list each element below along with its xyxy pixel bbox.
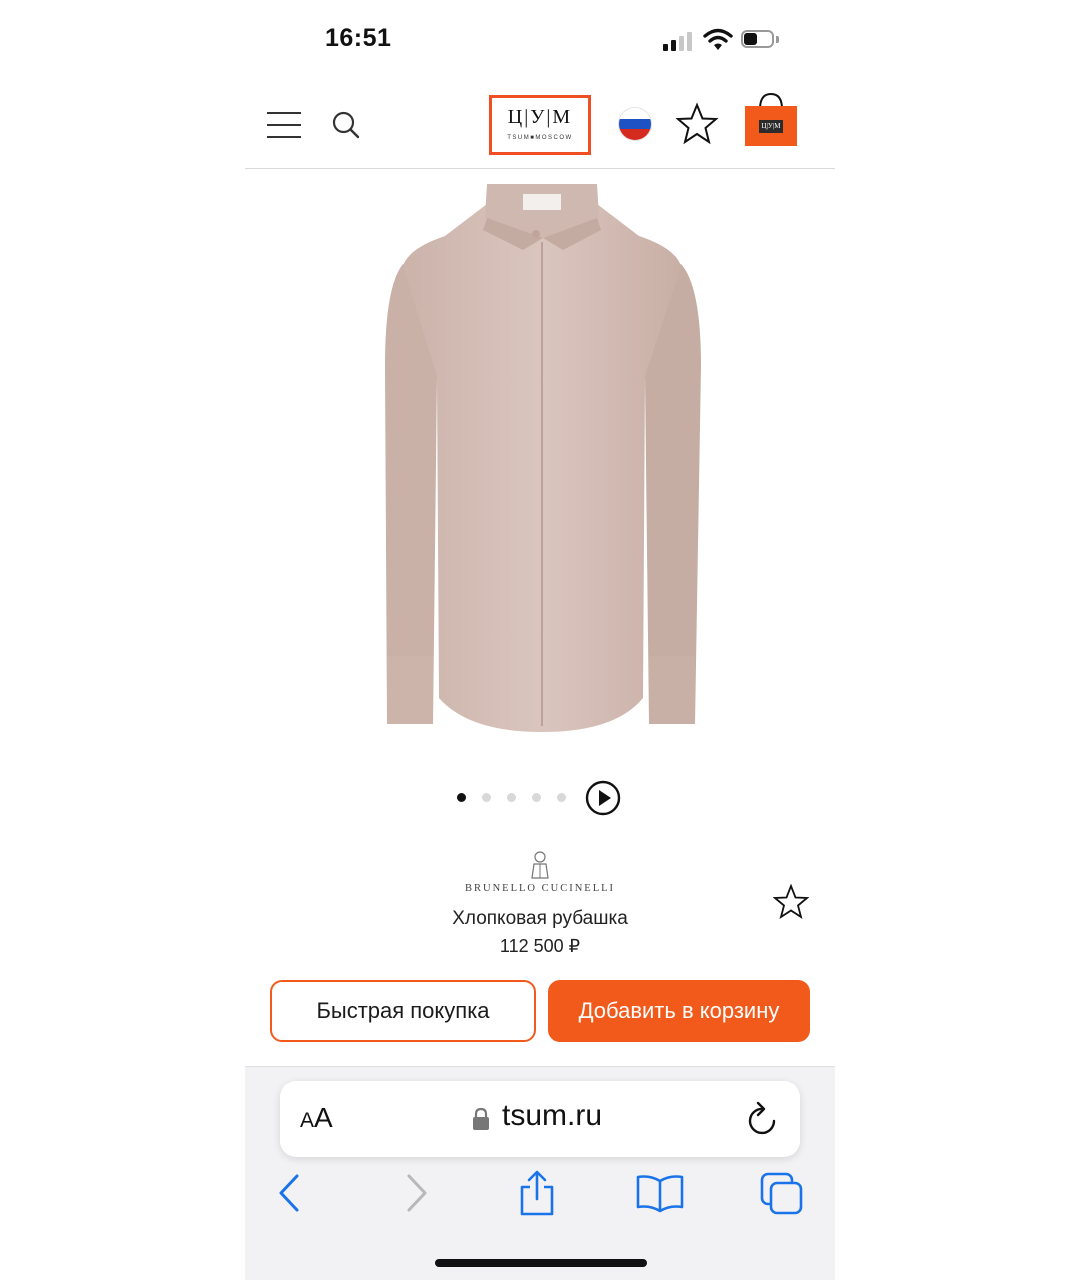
lock-icon — [473, 1108, 489, 1130]
search-icon[interactable] — [331, 110, 361, 140]
text-size-button[interactable]: AA — [300, 1102, 333, 1134]
aa-big: A — [314, 1102, 333, 1133]
site-header: Ц|У|М TSUM■MOSCOW Ц|У|М — [245, 80, 835, 169]
favorite-star-icon[interactable] — [773, 884, 809, 920]
bag-icon[interactable]: Ц|У|М — [745, 92, 797, 148]
brand-name[interactable]: BRUNELLO CUCINELLI — [245, 883, 835, 894]
flag-icon[interactable] — [619, 108, 651, 140]
logo-subtext: TSUM■MOSCOW — [507, 135, 573, 141]
gallery-dot[interactable] — [532, 793, 541, 802]
logo-text: Ц|У|М — [507, 106, 573, 128]
aa-small: A — [300, 1109, 315, 1132]
product-title: Хлопковая рубашка — [452, 908, 628, 929]
tsum-logo[interactable]: Ц|У|М TSUM■MOSCOW — [489, 95, 591, 155]
add-to-cart-button[interactable]: Добавить в корзину — [548, 980, 810, 1042]
gallery-dot[interactable] — [507, 793, 516, 802]
menu-icon[interactable] — [267, 110, 301, 140]
signal-icon — [663, 31, 699, 51]
tabs-icon[interactable] — [759, 1171, 805, 1217]
play-icon[interactable] — [585, 780, 621, 816]
share-icon[interactable] — [517, 1169, 557, 1217]
product-image[interactable] — [375, 176, 709, 738]
back-icon[interactable] — [275, 1173, 303, 1213]
star-icon[interactable] — [675, 102, 719, 146]
gallery-dot[interactable] — [557, 793, 566, 802]
bookmarks-icon[interactable] — [635, 1173, 685, 1213]
gallery-pagination — [457, 780, 627, 816]
gallery-dot[interactable] — [457, 793, 466, 802]
reload-icon[interactable] — [746, 1101, 780, 1137]
bag-logo: Ц|У|М — [759, 120, 783, 133]
browser-toolbar: AA tsum.ru — [245, 1066, 835, 1280]
wifi-icon — [703, 28, 733, 50]
url-text[interactable]: tsum.ru — [502, 1099, 602, 1133]
quick-buy-button[interactable]: Быстрая покупка — [270, 980, 536, 1042]
home-indicator[interactable] — [435, 1259, 647, 1267]
gallery-dot[interactable] — [482, 793, 491, 802]
forward-icon[interactable] — [403, 1173, 431, 1213]
address-bar[interactable]: AA tsum.ru — [280, 1081, 800, 1157]
battery-icon — [741, 30, 779, 50]
phone-screen: 16:51 Ц|У|М TSUM■MOSCOW Ц|У|М BRUNELLO C… — [245, 0, 835, 1280]
status-time: 16:51 — [325, 24, 392, 52]
product-price: 112 500 ₽ — [499, 936, 581, 956]
brand-emblem-icon — [531, 851, 549, 879]
